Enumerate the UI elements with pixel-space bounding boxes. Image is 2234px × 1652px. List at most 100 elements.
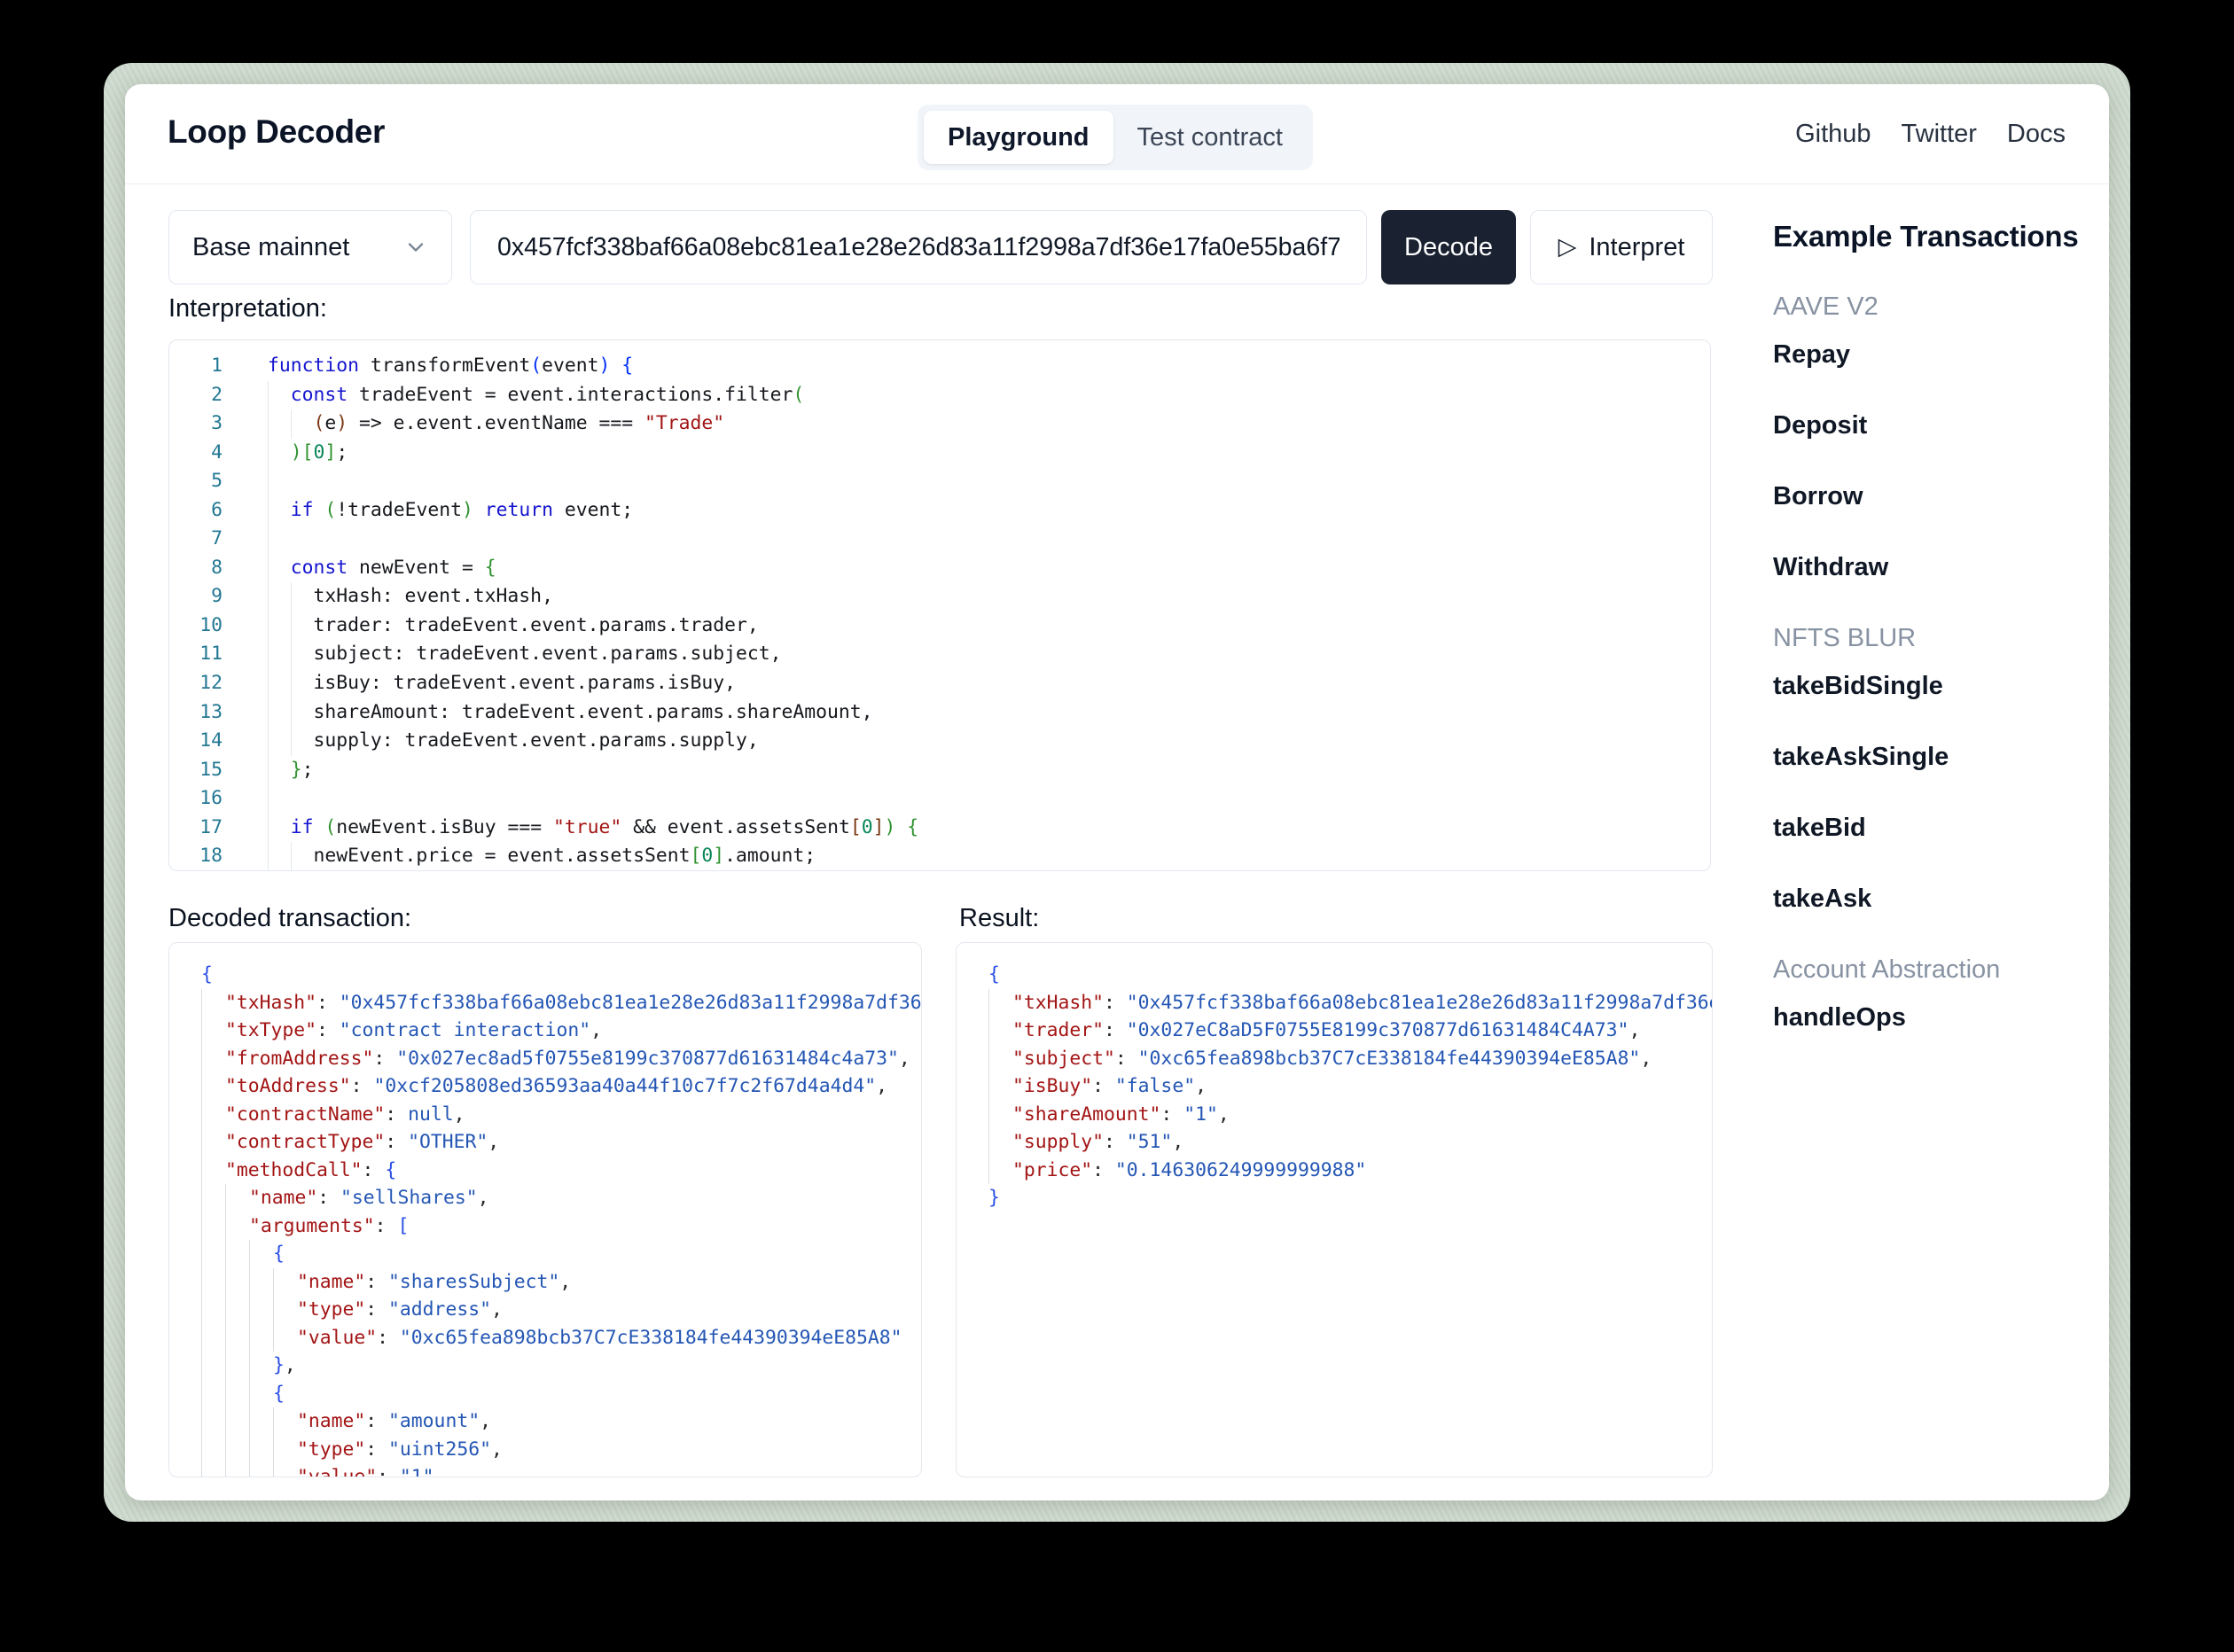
indent-guide bbox=[268, 582, 291, 612]
indent-guide bbox=[268, 669, 291, 698]
decode-button[interactable]: Decode bbox=[1381, 210, 1516, 284]
chevron-down-icon bbox=[403, 235, 428, 260]
view-toggle: Playground Test contract bbox=[918, 105, 1313, 170]
indent-guide bbox=[249, 1407, 273, 1436]
line-number: 14 bbox=[169, 727, 240, 756]
docs-link[interactable]: Docs bbox=[2007, 120, 2066, 149]
header-divider bbox=[125, 183, 2109, 184]
code-line: { bbox=[201, 1380, 921, 1408]
indent-guide bbox=[249, 1324, 273, 1352]
line-number: 2 bbox=[169, 381, 240, 410]
code-line: 8const newEvent = { bbox=[169, 554, 1710, 583]
tab-test-contract[interactable]: Test contract bbox=[1113, 111, 1307, 164]
indent-guide bbox=[268, 842, 291, 871]
code-line: 6if (!tradeEvent) return event; bbox=[169, 496, 1710, 526]
decoded-transaction-label: Decoded transaction: bbox=[168, 904, 411, 933]
indent-guide bbox=[291, 669, 314, 698]
indent-guide bbox=[201, 1157, 225, 1185]
code-line: { bbox=[988, 961, 1712, 989]
code-line: { bbox=[201, 1240, 921, 1268]
indent-guide bbox=[225, 1407, 249, 1436]
code-line: 18newEvent.price = event.assetsSent[0].a… bbox=[169, 842, 1710, 871]
tx-hash-input[interactable] bbox=[470, 210, 1367, 284]
indent-guide bbox=[291, 640, 314, 669]
code-line: }, bbox=[201, 1352, 921, 1380]
line-number: 4 bbox=[169, 439, 240, 468]
indent-guide bbox=[201, 1324, 225, 1352]
indent-guide bbox=[268, 409, 291, 439]
code-line: "name": "sellShares", bbox=[201, 1184, 921, 1212]
example-takebidsingle[interactable]: takeBidSingle bbox=[1773, 670, 2092, 702]
code-line: 5 bbox=[169, 467, 1710, 496]
example-deposit[interactable]: Deposit bbox=[1773, 409, 2092, 441]
indent-guide bbox=[249, 1436, 273, 1464]
indent-guide bbox=[249, 1463, 273, 1477]
indent-guide bbox=[268, 756, 291, 785]
code-line: { bbox=[201, 961, 921, 989]
indent-guide bbox=[273, 1296, 297, 1324]
indent-guide bbox=[249, 1352, 273, 1380]
window-frame: Loop Decoder Playground Test contract Gi… bbox=[104, 63, 2130, 1522]
app-title: Loop Decoder bbox=[168, 113, 385, 151]
code-line: 16 bbox=[169, 784, 1710, 814]
example-borrow[interactable]: Borrow bbox=[1773, 480, 2092, 512]
examples-sidebar: Example Transactions AAVE V2 Repay Depos… bbox=[1773, 220, 2092, 1072]
code-line: "contractName": null, bbox=[201, 1101, 921, 1129]
network-select[interactable]: Base mainnet bbox=[168, 210, 452, 284]
indent-guide bbox=[291, 727, 314, 756]
indent-guide bbox=[268, 727, 291, 756]
code-line: "supply": "51", bbox=[988, 1128, 1712, 1157]
header-links: Github Twitter Docs bbox=[1795, 84, 2066, 183]
indent-guide bbox=[225, 1352, 249, 1380]
line-number: 9 bbox=[169, 582, 240, 612]
line-number: 5 bbox=[169, 467, 240, 496]
indent-guide bbox=[201, 1045, 225, 1073]
indent-guide bbox=[291, 582, 314, 612]
example-handleops[interactable]: handleOps bbox=[1773, 1001, 2092, 1033]
code-line: "fromAddress": "0x027ec8ad5f0755e8199c37… bbox=[201, 1045, 921, 1073]
example-takeasksingle[interactable]: takeAskSingle bbox=[1773, 741, 2092, 773]
code-line: "subject": "0xc65fea898bcb37C7cE338184fe… bbox=[988, 1045, 1712, 1073]
indent-guide bbox=[268, 698, 291, 728]
line-number: 6 bbox=[169, 496, 240, 526]
indent-guide bbox=[291, 409, 314, 439]
indent-guide bbox=[201, 989, 225, 1017]
indent-guide bbox=[201, 1101, 225, 1129]
indent-guide bbox=[225, 1463, 249, 1477]
code-line: "trader": "0x027eC8aD5F0755E8199c370877d… bbox=[988, 1017, 1712, 1045]
indent-guide bbox=[988, 1017, 1012, 1045]
example-takeask[interactable]: takeAsk bbox=[1773, 883, 2092, 915]
indent-guide bbox=[225, 1296, 249, 1324]
indent-guide bbox=[201, 1380, 225, 1408]
indent-guide bbox=[291, 842, 314, 871]
example-repay[interactable]: Repay bbox=[1773, 339, 2092, 370]
code-line: 14supply: tradeEvent.event.params.supply… bbox=[169, 727, 1710, 756]
code-line: "isBuy": "false", bbox=[988, 1072, 1712, 1101]
twitter-link[interactable]: Twitter bbox=[1902, 120, 1977, 149]
result-json[interactable]: {"txHash": "0x457fcf338baf66a08ebc81ea1e… bbox=[956, 942, 1713, 1477]
tab-playground[interactable]: Playground bbox=[924, 111, 1113, 164]
code-line: 15}; bbox=[169, 756, 1710, 785]
play-icon: ▷ bbox=[1558, 233, 1577, 261]
example-takebid[interactable]: takeBid bbox=[1773, 812, 2092, 844]
decoded-transaction-json[interactable]: {"txHash": "0x457fcf338baf66a08ebc81ea1e… bbox=[168, 942, 922, 1477]
code-line: "methodCall": { bbox=[201, 1157, 921, 1185]
line-number: 18 bbox=[169, 842, 240, 871]
indent-guide bbox=[273, 1324, 297, 1352]
code-line: 4)[0]; bbox=[169, 439, 1710, 468]
code-line: "name": "amount", bbox=[201, 1407, 921, 1436]
indent-guide bbox=[268, 554, 291, 583]
code-line: 2const tradeEvent = event.interactions.f… bbox=[169, 381, 1710, 410]
interpretation-label: Interpretation: bbox=[168, 294, 327, 323]
code-line: "value": "1" bbox=[201, 1463, 921, 1477]
code-line: "txHash": "0x457fcf338baf66a08ebc81ea1e2… bbox=[201, 989, 921, 1017]
group-label-aave-v2: AAVE V2 bbox=[1773, 291, 2092, 323]
indent-guide bbox=[249, 1296, 273, 1324]
github-link[interactable]: Github bbox=[1795, 120, 1871, 149]
example-withdraw[interactable]: Withdraw bbox=[1773, 551, 2092, 583]
indent-guide bbox=[201, 1352, 225, 1380]
interpret-label: Interpret bbox=[1589, 233, 1684, 262]
code-editor[interactable]: 1function transformEvent(event) {2const … bbox=[168, 339, 1711, 871]
interpret-button[interactable]: ▷ Interpret bbox=[1530, 210, 1713, 284]
group-label-nfts-blur: NFTS BLUR bbox=[1773, 622, 2092, 654]
